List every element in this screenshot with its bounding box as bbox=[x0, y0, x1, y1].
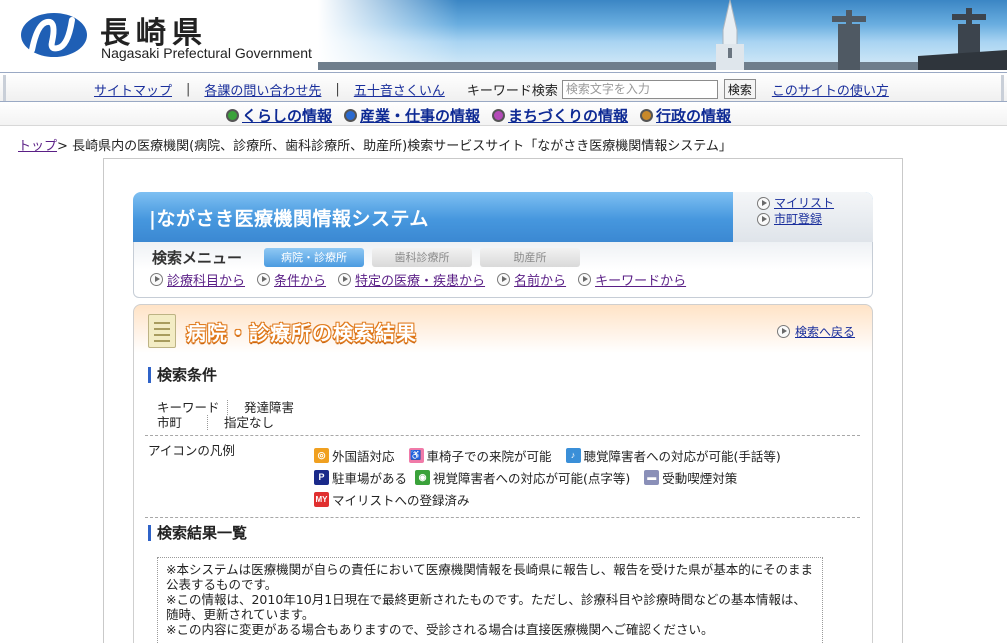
howto-link[interactable]: このサイトの使い方 bbox=[772, 80, 889, 99]
no-smoking-icon: ▬ bbox=[644, 470, 660, 485]
search-by-disease-link[interactable]: 特定の医療・疾患から bbox=[355, 270, 485, 289]
search-by-condition-link[interactable]: 条件から bbox=[274, 270, 326, 289]
parking-icon: P bbox=[314, 470, 329, 485]
search-by-department-link[interactable]: 診療科目から bbox=[167, 270, 245, 289]
bullet-icon bbox=[492, 109, 506, 122]
notice-text: ※この内容に変更がある場合もありますので、受診される場合は直接医療機関へご確認く… bbox=[166, 622, 714, 637]
category-living-link[interactable]: くらしの情報 bbox=[242, 105, 332, 126]
conditions-heading: 検索条件 bbox=[148, 367, 217, 383]
foreign-language-icon: ◎ bbox=[314, 448, 329, 463]
separator: | bbox=[186, 81, 191, 97]
notice-text: ※本システムは医療機関が自らの責任において医療機関情報を長崎県に報告し、報告を受… bbox=[166, 562, 813, 592]
breadcrumb-home-link[interactable]: トップ bbox=[18, 139, 57, 154]
condition-town: 市町 指定なし bbox=[157, 412, 275, 431]
arrow-circle-icon bbox=[757, 212, 770, 226]
contact-link[interactable]: 各課の問い合わせ先 bbox=[204, 80, 321, 99]
bullet-icon bbox=[640, 109, 654, 122]
hearing-impaired-icon: ♪ bbox=[565, 448, 581, 463]
condition-key: 市町 bbox=[157, 415, 183, 430]
church-and-cross-skyline bbox=[318, 0, 1007, 70]
legend-row: ◎ 外国語対応 ♿ 車椅子での来院が可能 ♪ 聴覚障害者への対応が可能(手話等) bbox=[314, 446, 781, 465]
category-industry-link[interactable]: 産業・仕事の情報 bbox=[360, 105, 480, 126]
site-header: 長崎県 Nagasaki Prefectural Government bbox=[0, 0, 1007, 70]
mylist-registered-icon: MY bbox=[314, 492, 329, 507]
result-list-heading: 検索結果一覧 bbox=[148, 525, 247, 541]
system-title: |ながさき医療機関情報システム bbox=[149, 208, 429, 230]
category-admin[interactable]: 行政の情報 bbox=[640, 105, 731, 126]
keyword-search-label: キーワード検索 bbox=[466, 83, 558, 99]
nagasaki-emblem-icon bbox=[21, 13, 87, 57]
search-by-name-link[interactable]: 名前から bbox=[514, 270, 566, 289]
arrow-circle-icon bbox=[497, 273, 511, 286]
logo-subtitle: Nagasaki Prefectural Government bbox=[101, 45, 312, 61]
divider bbox=[145, 435, 860, 436]
header-photo bbox=[318, 0, 1007, 70]
index-link[interactable]: 五十音さくいん bbox=[354, 80, 445, 99]
breadcrumb-separator: > bbox=[57, 139, 68, 154]
arrow-circle-icon bbox=[150, 273, 163, 286]
tab-hospital-clinic[interactable]: 病院・診療所 bbox=[264, 248, 364, 267]
category-town[interactable]: まちづくりの情報 bbox=[492, 105, 628, 126]
town-register-link[interactable]: 市町登録 bbox=[774, 211, 822, 227]
icon-legend-label: アイコンの凡例 bbox=[148, 443, 235, 458]
arrow-circle-icon bbox=[338, 273, 352, 286]
breadcrumb: トップ> 長崎県内の医療機関(病院、診療所、歯科診療所、助産所)検索サービスサイ… bbox=[18, 135, 732, 154]
document-icon bbox=[148, 314, 176, 348]
condition-value: 指定なし bbox=[207, 415, 275, 430]
category-nav: くらしの情報 産業・仕事の情報 まちづくりの情報 行政の情報 bbox=[0, 102, 1007, 126]
legend-label: 外国語対応 bbox=[332, 449, 395, 464]
wheelchair-icon: ♿ bbox=[408, 448, 424, 463]
results-title: 病院・診療所の検索結果 bbox=[186, 321, 417, 345]
search-button[interactable]: 検索 bbox=[723, 79, 756, 99]
arrow-circle-icon bbox=[257, 273, 271, 286]
legend-label: マイリストへの登録済み bbox=[332, 493, 470, 508]
breadcrumb-current: 長崎県内の医療機関(病院、診療所、歯科診療所、助産所)検索サービスサイト「ながさ… bbox=[72, 139, 732, 154]
utility-bar: サイトマップ | 各課の問い合わせ先 | 五十音さくいん キーワード検索 検索 … bbox=[0, 72, 1007, 102]
visually-impaired-icon: ◉ bbox=[415, 470, 431, 485]
arrow-circle-icon bbox=[578, 273, 592, 286]
keyword-search-input[interactable] bbox=[561, 79, 718, 99]
bullet-icon bbox=[226, 109, 239, 122]
search-by-keyword-link[interactable]: キーワードから bbox=[595, 270, 686, 289]
search-menu-links: 診療科目から 条件から 特定の医療・疾患から 名前から キーワードから bbox=[150, 270, 686, 289]
arrow-circle-icon bbox=[777, 325, 790, 338]
back-to-search-link[interactable]: 検索へ戻る bbox=[795, 323, 855, 340]
category-living[interactable]: くらしの情報 bbox=[226, 105, 332, 126]
legend-row: MY マイリストへの登録済み bbox=[314, 490, 470, 509]
mylist-links: マイリスト 市町登録 bbox=[757, 195, 834, 227]
back-to-search: 検索へ戻る bbox=[777, 323, 855, 340]
arrow-circle-icon bbox=[757, 196, 770, 210]
legend-row: P 駐車場がある ◉ 視覚障害者への対応が可能(点字等) ▬ 受動喫煙対策 bbox=[314, 468, 737, 487]
separator: | bbox=[335, 81, 340, 97]
category-town-link[interactable]: まちづくりの情報 bbox=[508, 105, 628, 126]
divider bbox=[145, 517, 860, 518]
sitemap-link[interactable]: サイトマップ bbox=[94, 80, 172, 99]
mylist-link[interactable]: マイリスト bbox=[774, 195, 834, 211]
tab-dental-clinic[interactable]: 歯科診療所 bbox=[372, 248, 472, 267]
legend-label: 視覚障害者への対応が可能(点字等) bbox=[433, 471, 631, 486]
legend-label: 駐車場がある bbox=[332, 471, 408, 486]
search-menu-title: 検索メニュー bbox=[152, 249, 243, 267]
legend-label: 受動喫煙対策 bbox=[662, 471, 738, 486]
notice-box: ※本システムは医療機関が自らの責任において医療機関情報を長崎県に報告し、報告を受… bbox=[157, 557, 823, 643]
notice-text: ※この情報は、2010年10月1日現在で最終更新されたものです。ただし、診療科目… bbox=[166, 592, 806, 622]
legend-label: 車椅子での来院が可能 bbox=[426, 449, 552, 464]
tab-midwifery[interactable]: 助産所 bbox=[480, 248, 580, 267]
category-admin-link[interactable]: 行政の情報 bbox=[656, 105, 731, 126]
bullet-icon bbox=[344, 109, 358, 122]
legend-label: 聴覚障害者への対応が可能(手話等) bbox=[583, 449, 781, 464]
category-industry[interactable]: 産業・仕事の情報 bbox=[344, 105, 480, 126]
